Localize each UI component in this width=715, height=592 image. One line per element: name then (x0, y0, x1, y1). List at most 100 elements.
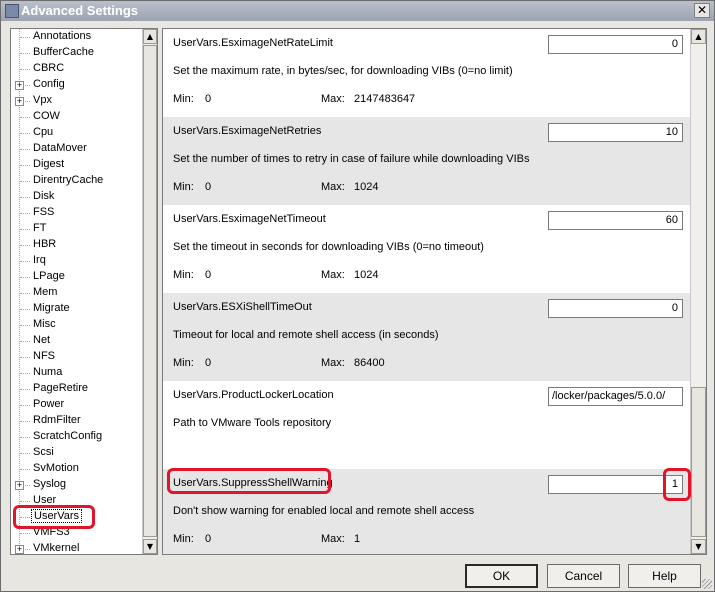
setting-name: UserVars.ProductLockerLocation (173, 389, 334, 401)
resize-grip[interactable] (702, 579, 712, 589)
app-icon (5, 4, 19, 18)
tree-item-vpx[interactable]: + Vpx (11, 93, 144, 109)
tree-item-ft[interactable]: FT (11, 221, 144, 237)
setting-name: UserVars.ESXiShellTimeOut (173, 301, 312, 313)
min-value: 0 (205, 533, 212, 545)
tree-item-label: Misc (33, 318, 56, 330)
tree-item-config[interactable]: + Config (11, 77, 144, 93)
tree-connector (20, 405, 30, 406)
close-button[interactable]: ✕ (694, 3, 710, 18)
expand-icon[interactable]: + (15, 481, 24, 490)
max-label: Max: (321, 269, 345, 281)
setting-value-input[interactable]: 0 (548, 35, 683, 54)
tree-connector (20, 277, 30, 278)
tree-item-cpu[interactable]: Cpu (11, 125, 144, 141)
tree-connector (20, 453, 30, 454)
min-label: Min: (173, 269, 194, 281)
setting-name: UserVars.EsximageNetRetries (173, 125, 322, 137)
tree-item-label: SvMotion (33, 462, 79, 474)
tree-connector (20, 437, 30, 438)
tree-item-cow[interactable]: COW (11, 109, 144, 125)
setting-description: Set the number of times to retry in case… (173, 153, 530, 165)
tree-item-cbrc[interactable]: CBRC (11, 61, 144, 77)
setting-value-input[interactable]: /locker/packages/5.0.0/ (548, 387, 683, 406)
min-label: Min: (173, 181, 194, 193)
scroll-up-arrow[interactable]: ▲ (143, 29, 157, 44)
tree-item-syslog[interactable]: + Syslog (11, 477, 144, 493)
tree-item-digest[interactable]: Digest (11, 157, 144, 173)
expand-icon[interactable]: + (15, 97, 24, 106)
min-label: Min: (173, 357, 194, 369)
max-value: 1024 (354, 181, 379, 193)
tree-item-disk[interactable]: Disk (11, 189, 144, 205)
tree-item-svmotion[interactable]: SvMotion (11, 461, 144, 477)
window-title: Advanced Settings (21, 3, 139, 18)
tree-item-hbr[interactable]: HBR (11, 237, 144, 253)
tree-item-numa[interactable]: Numa (11, 365, 144, 381)
setting-value-input[interactable]: 10 (548, 123, 683, 142)
tree-item-power[interactable]: Power (11, 397, 144, 413)
scroll-down-arrow[interactable]: ▼ (143, 539, 157, 554)
tree-item-migrate[interactable]: Migrate (11, 301, 144, 317)
tree-item-annotations[interactable]: Annotations (11, 29, 144, 45)
tree-item-buffercache[interactable]: BufferCache (11, 45, 144, 61)
help-button[interactable]: Help (628, 564, 701, 588)
tree-item-misc[interactable]: Misc (11, 317, 144, 333)
scroll-thumb[interactable] (143, 45, 157, 537)
tree-item-label: Mem (33, 286, 58, 298)
tree-item-label: Scsi (33, 446, 54, 458)
tree-connector (20, 293, 30, 294)
setting-description: Timeout for local and remote shell acces… (173, 329, 439, 341)
tree-item-fss[interactable]: FSS (11, 205, 144, 221)
tree-item-vmkernel[interactable]: + VMkernel (11, 541, 144, 554)
tree-item-label: Cpu (33, 126, 54, 138)
tree-item-label: Config (33, 78, 65, 90)
tree-item-datamover[interactable]: DataMover (11, 141, 144, 157)
tree-item-label: Numa (33, 366, 63, 378)
tree-item-scsi[interactable]: Scsi (11, 445, 144, 461)
tree-item-direntrycache[interactable]: DirentryCache (11, 173, 144, 189)
tree-scrollbar[interactable]: ▲ ▼ (142, 29, 157, 554)
setting-description: Set the timeout in seconds for downloadi… (173, 241, 484, 253)
expand-icon[interactable]: + (15, 545, 24, 554)
tree-connector (20, 213, 30, 214)
expand-icon[interactable]: + (15, 81, 24, 90)
scroll-thumb[interactable] (691, 387, 706, 537)
tree-item-label: FSS (33, 206, 55, 218)
tree-connector (20, 69, 30, 70)
settings-scrollbar[interactable]: ▲ ▼ (690, 29, 706, 554)
tree-item-rdmfilter[interactable]: RdmFilter (11, 413, 144, 429)
tree-item-mem[interactable]: Mem (11, 285, 144, 301)
tree-connector (20, 469, 30, 470)
tree-item-label: Digest (33, 158, 65, 170)
title-bar: Advanced Settings ✕ (1, 1, 714, 21)
tree-item-net[interactable]: Net (11, 333, 144, 349)
setting-row: UserVars.EsximageNetRetries 10 Set the num… (163, 117, 691, 205)
advanced-settings-dialog: Advanced Settings ✕ ▲ ▼ Annotations Buffe… (0, 0, 715, 592)
setting-row: UserVars.EsximageNetTimeout 60 Set the tim… (163, 205, 691, 293)
setting-description: Set the maximum rate, in bytes/sec, for … (173, 65, 513, 77)
min-label: Min: (173, 533, 194, 545)
tree-item-pageretire[interactable]: PageRetire (11, 381, 144, 397)
scroll-down-arrow[interactable]: ▼ (691, 539, 706, 554)
tree-connector (20, 149, 30, 150)
cancel-button[interactable]: Cancel (547, 564, 620, 588)
setting-value-input[interactable]: 60 (548, 211, 683, 230)
tree-connector (20, 309, 30, 310)
min-value: 0 (205, 181, 212, 193)
tree-item-irq[interactable]: Irq (11, 253, 144, 269)
ok-button[interactable]: OK (465, 564, 538, 588)
scroll-up-arrow[interactable]: ▲ (691, 29, 706, 44)
tree-item-scratchconfig[interactable]: ScratchConfig (11, 429, 144, 445)
tree-item-lpage[interactable]: LPage (11, 269, 144, 285)
tree-connector (20, 325, 30, 326)
highlight-suppress-shell-warning-name (167, 468, 331, 494)
setting-row: UserVars.EsximageNetRateLimit 0 Set the ma… (163, 29, 691, 117)
tree-connector (20, 341, 30, 342)
tree-item-label: Irq (33, 254, 46, 266)
setting-description: Path to VMware Tools repository (173, 417, 332, 429)
tree-item-label: PageRetire (33, 382, 89, 394)
setting-value-input[interactable]: 0 (548, 299, 683, 318)
tree-item-label: Migrate (33, 302, 70, 314)
tree-item-nfs[interactable]: NFS (11, 349, 144, 365)
